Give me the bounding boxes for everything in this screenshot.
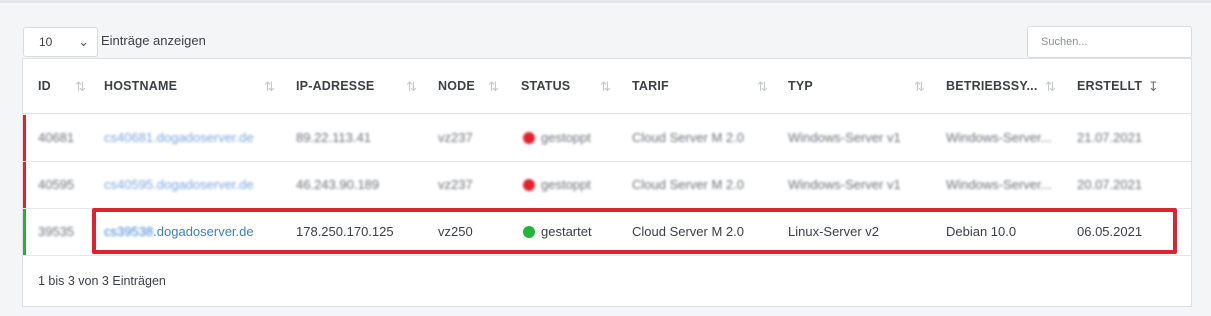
cell-node: vz237 xyxy=(438,177,473,192)
cell-created: 20.07.2021 xyxy=(1077,177,1143,192)
entries-per-page-label: Einträge anzeigen xyxy=(101,33,206,48)
column-header-typ[interactable]: TYP xyxy=(788,79,813,93)
table-row[interactable]: 40595 cs40595.dogadoserver.de 46.243.90.… xyxy=(23,162,1191,209)
table-header: ID ⇅ HOSTNAME ⇅ IP-ADRESSE ⇅ NODE ⇅ STAT… xyxy=(23,59,1191,114)
chevron-down-icon: ⌄ xyxy=(78,34,89,49)
cell-typ: Windows-Server v1 xyxy=(788,177,901,192)
sort-icon[interactable]: ⇅ xyxy=(75,79,86,95)
cell-tarif: Cloud Server M 2.0 xyxy=(632,177,744,192)
cell-ip: 89.22.113.41 xyxy=(296,130,371,145)
column-header-id[interactable]: ID xyxy=(38,79,51,93)
hostname-link[interactable]: cs40681.dogadoserver.de xyxy=(104,130,254,145)
cell-created: 21.07.2021 xyxy=(1077,130,1143,145)
cell-id: 40681 xyxy=(38,130,75,145)
table-controls: 10 ⌄ Einträge anzeigen Suchen... xyxy=(23,25,1192,58)
status-dot-icon xyxy=(523,132,535,144)
column-header-status[interactable]: STATUS xyxy=(521,79,570,93)
cell-os: Windows-Server... xyxy=(946,177,1052,192)
column-header-hostname[interactable]: HOSTNAME xyxy=(104,79,177,93)
sort-icon[interactable]: ⇅ xyxy=(406,79,417,95)
cell-tarif: Cloud Server M 2.0 xyxy=(632,130,744,145)
cell-node: vz237 xyxy=(438,130,473,145)
sort-icon[interactable]: ⇅ xyxy=(264,79,275,95)
entries-per-page-value: 10 xyxy=(39,35,53,49)
server-table: ID ⇅ HOSTNAME ⇅ IP-ADRESSE ⇅ NODE ⇅ STAT… xyxy=(22,58,1192,307)
table-info: 1 bis 3 von 3 Einträgen xyxy=(38,274,166,288)
status-dot-icon xyxy=(523,179,535,191)
hostname-link[interactable]: cs40595.dogadoserver.de xyxy=(104,177,254,192)
status-bar xyxy=(23,115,26,161)
column-header-os[interactable]: BETRIEBSSY... xyxy=(946,79,1038,93)
cell-ip: 46.243.90.189 xyxy=(296,177,380,192)
sort-icon[interactable]: ⇅ xyxy=(757,79,768,95)
column-header-ip[interactable]: IP-ADRESSE xyxy=(296,79,374,93)
sort-desc-icon[interactable]: ↧ xyxy=(1148,79,1159,95)
sort-icon[interactable]: ⇅ xyxy=(488,79,499,95)
cell-typ: Windows-Server v1 xyxy=(788,130,901,145)
status-label: gestoppt xyxy=(541,130,591,145)
cell-os: Windows-Server... xyxy=(946,130,1052,145)
sort-icon[interactable]: ⇅ xyxy=(600,79,611,95)
column-header-node[interactable]: NODE xyxy=(438,79,475,93)
cell-status: gestoppt xyxy=(523,177,591,192)
status-label: gestoppt xyxy=(541,177,591,192)
sort-icon[interactable]: ⇅ xyxy=(914,79,925,95)
highlight-box xyxy=(92,208,1177,254)
sort-icon[interactable]: ⇅ xyxy=(1045,79,1056,95)
column-header-tarif[interactable]: TARIF xyxy=(632,79,669,93)
table-row[interactable]: 40681 cs40681.dogadoserver.de 89.22.113.… xyxy=(23,115,1191,162)
cell-id: 39535 xyxy=(38,224,75,239)
search-input[interactable]: Suchen... xyxy=(1027,26,1192,58)
cell-id: 40595 xyxy=(38,177,75,192)
entries-per-page-select[interactable]: 10 ⌄ xyxy=(23,27,98,57)
status-bar xyxy=(23,209,26,255)
column-header-created[interactable]: ERSTELLT xyxy=(1077,79,1142,93)
cell-status: gestoppt xyxy=(523,130,591,145)
status-bar xyxy=(23,162,26,208)
